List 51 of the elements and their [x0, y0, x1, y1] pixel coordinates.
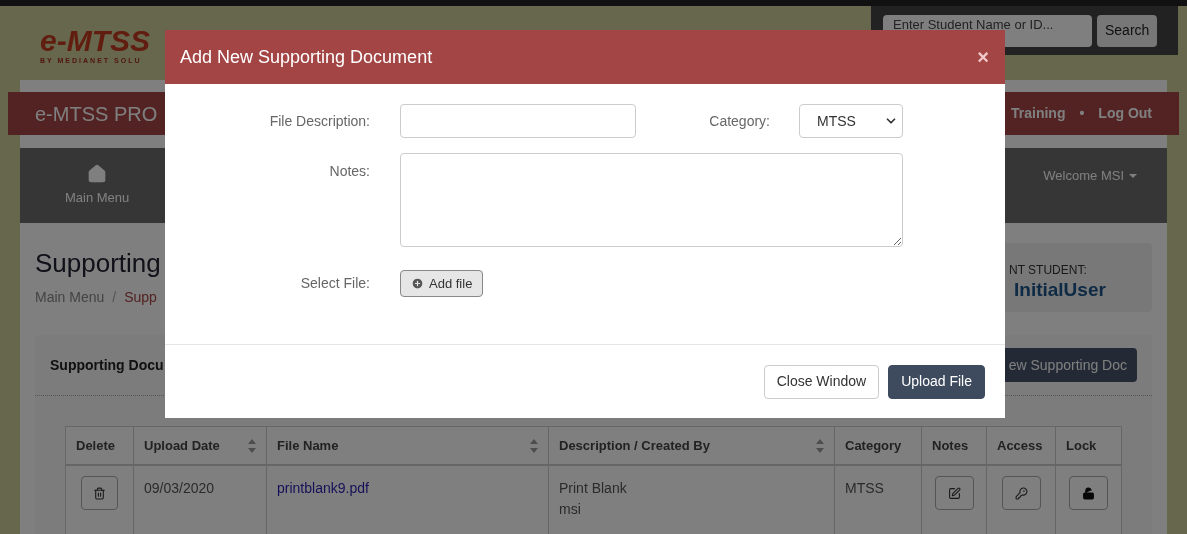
- field-label: Notes:: [328, 162, 370, 181]
- search-button[interactable]: Search: [1097, 14, 1158, 47]
- text-field[interactable]: [400, 104, 636, 138]
- trash-icon: [93, 486, 106, 500]
- student-label: NT STUDENT:: [1009, 262, 1087, 279]
- column-header: Notes: [932, 436, 969, 455]
- logo[interactable]: e-MTSS: [40, 26, 150, 56]
- column-header[interactable]: File Name: [277, 435, 339, 456]
- column-header: Category: [845, 436, 902, 455]
- key-icon: [1014, 486, 1028, 500]
- close-button[interactable]: ×: [977, 47, 989, 67]
- lock-button[interactable]: [1069, 476, 1108, 510]
- field-label: Category:: [708, 111, 770, 131]
- home-icon: [87, 163, 108, 184]
- field-label: File Description:: [268, 111, 370, 131]
- unlock-icon: [1082, 486, 1095, 500]
- header-link[interactable]: Training: [1011, 103, 1066, 124]
- nav-item[interactable]: Main Menu: [55, 148, 140, 223]
- app-title: e-MTSS PRO: [35, 101, 158, 127]
- upload-button[interactable]: Upload File: [888, 364, 985, 399]
- student-name: InitialUser: [1014, 279, 1106, 301]
- column-header[interactable]: Upload Date: [144, 435, 220, 456]
- page-heading: Supporting: [35, 247, 161, 280]
- category-select[interactable]: MTSS: [799, 104, 903, 138]
- welcome-menu[interactable]: Welcome MSI: [1043, 166, 1137, 186]
- modal-title: Add New Supporting Document: [180, 45, 433, 69]
- breadcrumb-link[interactable]: Main Menu: [35, 287, 105, 308]
- field-label: Select File:: [299, 274, 370, 293]
- access-button[interactable]: [1001, 476, 1041, 510]
- table-cell-text: msi: [559, 500, 582, 519]
- header-link[interactable]: Log Out: [1098, 103, 1152, 124]
- column-header[interactable]: Description / Created By: [559, 435, 710, 456]
- column-header: Delete: [76, 436, 116, 455]
- breadcrumb-link[interactable]: Supp: [124, 287, 157, 308]
- notes-button[interactable]: [934, 476, 974, 510]
- column-header: Lock: [1066, 436, 1097, 455]
- notes-field[interactable]: [400, 153, 903, 247]
- separator-dot: •: [1079, 104, 1085, 123]
- plus-circle-icon: [411, 277, 424, 290]
- delete-button[interactable]: [81, 476, 118, 510]
- close-window-button[interactable]: Close Window: [763, 364, 880, 399]
- breadcrumb-separator: /: [112, 288, 117, 307]
- column-header: Access: [997, 436, 1043, 455]
- table-cell: MTSS: [845, 480, 884, 496]
- table-cell: 09/03/2020: [144, 480, 215, 496]
- caret-down-icon: [1129, 174, 1137, 178]
- table-cell-text: Print Blank: [559, 479, 628, 498]
- panel-title: Supporting Docu: [50, 355, 164, 375]
- edit-icon: [947, 486, 961, 500]
- file-link[interactable]: printblank9.pdf: [277, 480, 369, 496]
- add-file-button[interactable]: Add file: [400, 270, 484, 297]
